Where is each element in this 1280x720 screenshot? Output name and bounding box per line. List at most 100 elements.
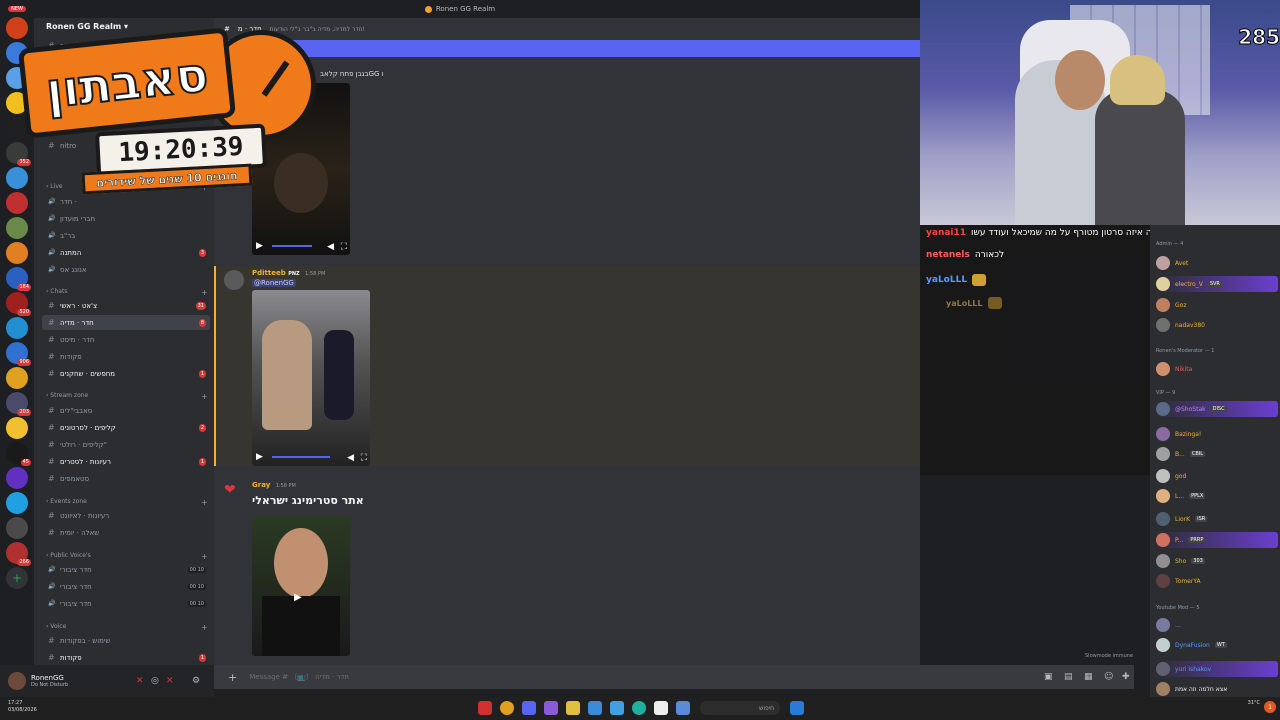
windows-start-icon[interactable] bbox=[790, 701, 804, 715]
member-item[interactable]: TomerYA bbox=[1154, 573, 1278, 589]
member-item[interactable]: P... PRRP bbox=[1154, 532, 1278, 548]
server-icon[interactable]: 184 bbox=[6, 267, 31, 291]
app-icon[interactable] bbox=[654, 701, 668, 715]
gif-icon[interactable]: ▤ bbox=[1064, 672, 1073, 682]
server-icon[interactable] bbox=[6, 367, 28, 389]
volume-icon[interactable]: ◀ bbox=[327, 242, 334, 252]
avatar[interactable] bbox=[224, 270, 244, 290]
add-server-icon[interactable]: + bbox=[6, 567, 28, 589]
headphones-icon[interactable]: ◎ bbox=[151, 676, 159, 686]
member-item[interactable]: electro_V SVR bbox=[1154, 276, 1278, 292]
channel-item[interactable]: # פקודות bbox=[42, 349, 210, 364]
fullscreen-icon[interactable]: ⛶ bbox=[341, 242, 347, 252]
folder-icon[interactable] bbox=[566, 701, 580, 715]
avatar[interactable] bbox=[8, 672, 26, 690]
channel-item[interactable]: 🔊 המתנה 3 bbox=[42, 245, 210, 260]
heart-icon[interactable]: ❤ bbox=[224, 482, 244, 502]
member-item[interactable]: yuri ishakov bbox=[1154, 661, 1278, 677]
member-item[interactable]: B... CBIL bbox=[1154, 446, 1278, 462]
server-icon[interactable] bbox=[6, 417, 28, 439]
server-icon[interactable] bbox=[6, 317, 28, 339]
server-icon[interactable] bbox=[6, 517, 28, 539]
new-messages-bar[interactable] bbox=[214, 40, 920, 57]
member-item[interactable]: L... PPLX bbox=[1154, 488, 1278, 504]
gift-icon[interactable]: ▣ bbox=[1044, 672, 1053, 682]
channel-item[interactable]: # פקודות 1 bbox=[42, 650, 210, 665]
server-icon[interactable] bbox=[6, 467, 28, 489]
message-author[interactable]: Pditteeb PNZ 1:58 PM bbox=[252, 269, 325, 277]
volume-icon[interactable]: ◀ bbox=[347, 453, 354, 463]
discord-icon[interactable] bbox=[522, 701, 536, 715]
channel-item[interactable]: 🔊 חברי מועדון bbox=[42, 211, 210, 226]
channel-item[interactable]: # סטאמפים bbox=[42, 471, 210, 486]
channel-category[interactable]: › Events zone + bbox=[46, 498, 208, 507]
user-mention[interactable]: @RonenGG bbox=[252, 279, 296, 287]
message-composer[interactable]: + Message # 〔📺〕 חדר · מדיה ▣ ▤ ▦ ☺ ✚ bbox=[214, 665, 1134, 689]
server-icon[interactable]: 266 bbox=[6, 542, 31, 566]
channel-item[interactable]: # חדר · מדיה 8 bbox=[42, 315, 210, 330]
channel-item[interactable]: # מחפשים · שחקנים 1 bbox=[42, 366, 210, 381]
member-item[interactable]: אצא חלמה וזה אמת bbox=[1154, 681, 1278, 697]
weather-readout[interactable]: 31°C bbox=[1248, 700, 1260, 707]
app-icon[interactable] bbox=[544, 701, 558, 715]
add-channel-icon[interactable]: + bbox=[201, 623, 208, 632]
server-icon[interactable] bbox=[6, 242, 28, 264]
chat-username[interactable]: yaLoLLL bbox=[946, 299, 983, 308]
member-item[interactable]: LiorK ISR bbox=[1154, 511, 1278, 527]
channel-item[interactable]: # שימוש · בפקודות bbox=[42, 633, 210, 648]
emoji-icon[interactable]: ☺ bbox=[1104, 672, 1113, 682]
channel-item[interactable]: # סאבבי"לים bbox=[42, 403, 210, 418]
channel-item[interactable]: 🔊 אנונג אס bbox=[42, 262, 210, 277]
server-icon[interactable]: 906 bbox=[6, 342, 31, 366]
channel-category[interactable]: › Chats + bbox=[46, 288, 208, 297]
channel-item[interactable]: 🔊 בר"ב bbox=[42, 228, 210, 243]
member-item[interactable]: DynaFusion WT bbox=[1154, 637, 1278, 653]
play-icon[interactable]: ▶ bbox=[256, 241, 263, 251]
channel-category[interactable]: › Public Voice's + bbox=[46, 552, 208, 561]
channel-item[interactable]: # רעיונות · לסטרים 1 bbox=[42, 454, 210, 469]
add-channel-icon[interactable]: + bbox=[201, 552, 208, 561]
channel-category[interactable]: › Voice + bbox=[46, 623, 208, 632]
weather-widget-icon[interactable] bbox=[676, 701, 690, 715]
server-icon[interactable] bbox=[6, 217, 28, 239]
video-embed[interactable]: ▶ bbox=[252, 516, 350, 656]
member-item[interactable]: Avet bbox=[1154, 255, 1278, 271]
server-icon[interactable]: 45 bbox=[6, 442, 31, 466]
channel-item[interactable]: # חדר · מיסט bbox=[42, 332, 210, 347]
mute-mic-icon[interactable]: ✕ bbox=[136, 676, 144, 686]
app-icon[interactable] bbox=[478, 701, 492, 715]
channel-item[interactable]: 🔊 חדר ציבורי 00 10 bbox=[42, 596, 210, 611]
add-attachment-icon[interactable]: + bbox=[228, 671, 237, 684]
add-channel-icon[interactable]: + bbox=[201, 392, 208, 401]
member-item[interactable]: god bbox=[1154, 468, 1278, 484]
video-embed[interactable]: ▶ ◀ ⛶ bbox=[252, 290, 370, 466]
video-progress[interactable] bbox=[272, 456, 330, 458]
channel-item[interactable]: 🔊 חדר ציבורי 00 10 bbox=[42, 579, 210, 594]
app-icon[interactable] bbox=[610, 701, 624, 715]
channel-item[interactable]: # קליפים · לסרטונים 2 bbox=[42, 420, 210, 435]
server-icon[interactable]: 520 bbox=[6, 292, 31, 316]
channel-category[interactable]: › Stream zone + bbox=[46, 392, 208, 401]
member-item[interactable]: @ShoStak DISC bbox=[1154, 401, 1278, 417]
sticker-icon[interactable]: ▦ bbox=[1084, 672, 1093, 682]
member-item[interactable]: ... bbox=[1154, 617, 1278, 633]
deafen-icon[interactable]: ✕ bbox=[166, 676, 174, 686]
message-input[interactable]: Message # 〔📺〕 חדר · מדיה bbox=[249, 672, 349, 682]
fullscreen-icon[interactable]: ⛶ bbox=[361, 453, 367, 463]
chat-username[interactable]: yanai11 bbox=[926, 228, 966, 238]
gear-icon[interactable]: ⚙ bbox=[192, 676, 200, 686]
member-item[interactable]: Sho 303 bbox=[1154, 553, 1278, 569]
chat-username[interactable]: netanels bbox=[926, 250, 970, 260]
channel-item[interactable]: # קליפים · רולטי" bbox=[42, 437, 210, 452]
steam-icon[interactable] bbox=[588, 701, 602, 715]
edge-icon[interactable] bbox=[632, 701, 646, 715]
chat-username[interactable]: yaLoLLL bbox=[926, 275, 967, 285]
add-channel-icon[interactable]: + bbox=[201, 288, 208, 297]
taskbar-clock[interactable]: 17:27 03/08/2026 bbox=[8, 700, 37, 714]
message-author[interactable]: Gray 1:58 PM bbox=[252, 481, 296, 489]
member-item[interactable]: nadav380 bbox=[1154, 317, 1278, 333]
play-icon[interactable]: ▶ bbox=[294, 592, 302, 603]
member-item[interactable]: Goz bbox=[1154, 297, 1278, 313]
channel-item[interactable]: # רעיונות · לאיוונט bbox=[42, 508, 210, 523]
channel-item[interactable]: # צ'אט · ראשי 31 bbox=[42, 298, 210, 313]
